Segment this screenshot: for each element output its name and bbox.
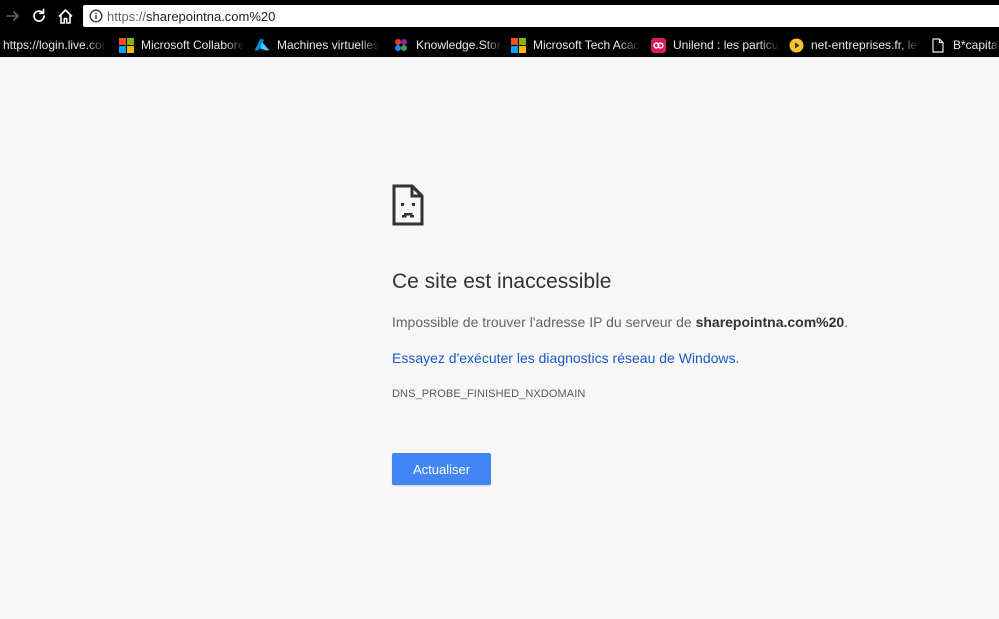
bookmark-bcapital[interactable]: B*capital s — [930, 33, 999, 57]
bookmark-label: net-entreprises.fr, le site — [811, 38, 920, 52]
bookmark-label: B*capital s — [953, 38, 999, 52]
bookmark-login-live[interactable]: https://login.live.com — [3, 33, 107, 57]
net-entreprises-icon — [788, 37, 804, 53]
home-icon[interactable] — [56, 7, 74, 25]
url-host: sharepointna.com%20 — [146, 8, 276, 24]
error-description: Impossible de trouver l'adresse IP du se… — [392, 314, 848, 330]
error-code: DNS_PROBE_FINISHED_NXDOMAIN — [392, 388, 586, 400]
page-title: Ce site est inaccessible — [392, 270, 612, 293]
unilend-icon — [650, 37, 666, 53]
reload-icon[interactable] — [30, 7, 48, 25]
sad-page-icon — [392, 184, 424, 231]
bookmark-unilend[interactable]: Unilend : les particuliers — [650, 33, 780, 57]
description-prefix: Impossible de trouver l'adresse IP du se… — [392, 314, 696, 330]
microsoft-logo-icon — [510, 37, 526, 53]
bookmark-net-entreprises[interactable]: net-entreprises.fr, le site — [788, 33, 920, 57]
bookmark-microsoft-tech-academy[interactable]: Microsoft Tech Academy — [510, 33, 640, 57]
url-scheme: https:// — [107, 8, 147, 24]
info-icon[interactable] — [89, 9, 103, 23]
bookmark-label: Knowledge.Store — [416, 38, 503, 52]
bookmark-label: Microsoft Collaborer — [141, 38, 245, 52]
url-text[interactable]: https://sharepointna.com%20 — [107, 9, 275, 24]
bookmark-machines-virtuelles[interactable]: Machines virtuelles - — [254, 33, 380, 57]
bookmark-label: https://login.live.com — [3, 38, 107, 52]
bookmark-microsoft-collaborer[interactable]: Microsoft Collaborer — [118, 33, 245, 57]
address-bar[interactable]: https://sharepointna.com%20 — [83, 5, 999, 27]
description-host: sharepointna.com%20 — [695, 314, 845, 330]
knowledge-store-icon — [393, 37, 409, 53]
azure-logo-icon — [254, 37, 270, 53]
bookmark-knowledge-store[interactable]: Knowledge.Store — [393, 33, 503, 57]
bookmark-label: Unilend : les particuliers — [673, 38, 780, 52]
microsoft-logo-icon — [118, 37, 134, 53]
browser-toolbar: https://sharepointna.com%20 — [0, 0, 999, 33]
reload-button[interactable]: Actualiser — [392, 453, 491, 485]
forward-arrow-icon[interactable] — [4, 7, 22, 25]
network-diagnostics-link[interactable]: Essayez d'exécuter les diagnostics résea… — [392, 350, 739, 366]
bookmarks-bar: https://login.live.com Microsoft Collabo… — [0, 33, 999, 57]
page-icon — [930, 37, 946, 53]
bookmark-label: Machines virtuelles - — [277, 38, 380, 52]
description-suffix: . — [844, 314, 849, 330]
bookmark-label: Microsoft Tech Academy — [533, 38, 640, 52]
